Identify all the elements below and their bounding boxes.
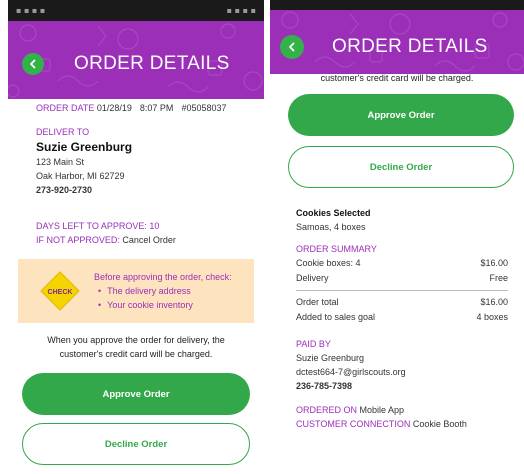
summary-row-value: $16.00 xyxy=(480,258,508,268)
partial-charge-notice: customer's credit card will be charged. xyxy=(320,74,474,83)
status-bar xyxy=(270,0,524,10)
total-row-value: $16.00 xyxy=(480,297,508,307)
total-row-label: Added to sales goal xyxy=(296,312,376,322)
ordered-on-label: ORDERED ON xyxy=(296,405,358,415)
status-icons-left: ▪ ▪ ▪ ▪ xyxy=(16,6,46,15)
page-title: ORDER DETAILS xyxy=(332,36,488,57)
total-row: Order total $16.00 xyxy=(296,295,508,310)
paid-by-label: PAID BY xyxy=(296,339,331,349)
status-bar: ▪ ▪ ▪ ▪ ▪ ▪ ▪ ▪ xyxy=(8,0,264,21)
back-button[interactable] xyxy=(280,35,304,59)
check-list: The delivery address Your cookie invento… xyxy=(94,284,232,312)
approve-order-button[interactable]: Approve Order xyxy=(288,94,514,136)
approval-deadline: DAYS LEFT TO APPROVE: 10 IF NOT APPROVED… xyxy=(8,219,264,247)
approve-order-button[interactable]: Approve Order xyxy=(22,373,250,415)
address-line-2: Oak Harbor, MI 62729 xyxy=(36,171,125,181)
ordered-on-value: Mobile App xyxy=(359,405,405,415)
payer-email[interactable]: dctest664-7@girlscouts.org xyxy=(296,365,508,379)
back-arrow-icon xyxy=(30,59,36,69)
payer-name: Suzie Greenburg xyxy=(296,353,365,363)
check-item-address: The delivery address xyxy=(94,284,232,298)
summary-row-label: Cookie boxes: 4 xyxy=(296,258,361,268)
charge-notice: When you approve the order for delivery,… xyxy=(47,335,225,359)
order-content: customer's credit card will be charged. … xyxy=(270,74,524,431)
order-summary-label: ORDER SUMMARY xyxy=(296,244,377,254)
check-intro: Before approving the order, check: xyxy=(94,272,232,282)
payer-phone[interactable]: 236-785-7398 xyxy=(296,379,508,393)
action-buttons: Approve Order Decline Order xyxy=(270,88,524,188)
days-left: DAYS LEFT TO APPROVE: 10 xyxy=(36,221,160,231)
check-badge-text: CHECK xyxy=(48,289,73,296)
cookies-selected-label: Cookies Selected xyxy=(296,208,371,218)
not-approved-label: IF NOT APPROVED: xyxy=(36,235,120,245)
decline-order-button[interactable]: Decline Order xyxy=(22,423,250,465)
status-icons-right: ▪ ▪ ▪ ▪ xyxy=(226,6,256,15)
not-approved-action: Cancel Order xyxy=(122,235,176,245)
customer-connection-value: Cookie Booth xyxy=(412,419,467,429)
header: ORDER DETAILS xyxy=(8,21,264,99)
order-details-screen-1: ▪ ▪ ▪ ▪ ▪ ▪ ▪ ▪ ORDER DETAILS ORDER DATE… xyxy=(8,0,264,474)
summary-row-value: Free xyxy=(489,273,508,283)
check-callout: CHECK Before approving the order, check:… xyxy=(18,259,254,323)
summary-divider xyxy=(296,290,508,291)
total-row-value: 4 boxes xyxy=(476,312,508,322)
order-info: Cookies Selected Samoas, 4 boxes ORDER S… xyxy=(270,206,524,431)
check-instructions: Before approving the order, check: The d… xyxy=(94,270,232,312)
deliver-to-section: DELIVER TO Suzie Greenburg 123 Main St O… xyxy=(8,125,264,197)
order-meta: ORDER DATE 01/28/19 8:07 PM #05058037 xyxy=(8,99,264,113)
back-arrow-icon xyxy=(289,42,295,52)
back-button[interactable] xyxy=(22,53,44,75)
total-row: Added to sales goal 4 boxes xyxy=(296,310,508,325)
check-diamond-icon: CHECK xyxy=(38,269,82,313)
address-line-1: 123 Main St xyxy=(36,157,85,167)
check-item-inventory: Your cookie inventory xyxy=(94,298,232,312)
summary-row: Cookie boxes: 4 $16.00 xyxy=(296,256,508,271)
page-title: ORDER DETAILS xyxy=(74,53,230,74)
order-number: #05058037 xyxy=(181,103,227,113)
order-time: 8:07 PM xyxy=(139,103,174,113)
order-date: 01/28/19 xyxy=(96,103,132,113)
order-details-screen-2: ORDER DETAILS customer's credit card wil… xyxy=(270,0,524,474)
order-date-label: ORDER DATE xyxy=(36,103,95,113)
customer-connection-label: CUSTOMER CONNECTION xyxy=(296,419,411,429)
summary-row: Delivery Free xyxy=(296,271,508,286)
header: ORDER DETAILS xyxy=(270,10,524,74)
customer-phone[interactable]: 273-920-2730 xyxy=(36,183,236,197)
action-buttons: Approve Order Decline Order xyxy=(8,361,264,465)
summary-row-label: Delivery xyxy=(296,273,329,283)
total-row-label: Order total xyxy=(296,297,339,307)
customer-name: Suzie Greenburg xyxy=(36,140,133,154)
cookies-selected-value: Samoas, 4 boxes xyxy=(296,222,366,232)
decline-order-button[interactable]: Decline Order xyxy=(288,146,514,188)
order-content: ORDER DATE 01/28/19 8:07 PM #05058037 DE… xyxy=(8,99,264,465)
deliver-to-label: DELIVER TO xyxy=(36,127,90,137)
